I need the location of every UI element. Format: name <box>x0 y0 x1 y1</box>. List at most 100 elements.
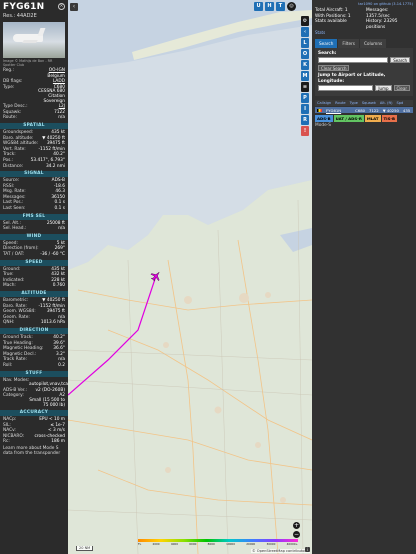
button-i[interactable]: I <box>301 104 309 114</box>
map-side-buttons: ⚙ ‹ L O K M ≡ P I R ! <box>301 16 309 136</box>
section-direction: DIRECTION <box>0 327 68 334</box>
clear-jump-button[interactable]: Clear <box>393 85 410 92</box>
map-attribution[interactable]: © OpenStreetMap contributors. <box>251 549 310 553</box>
stuff-row-label: Nav. Modes: <box>3 377 30 383</box>
stuff-row-label: Category: <box>3 393 24 399</box>
wind-row-value: -36 / -60 °C <box>40 252 65 258</box>
alt-scale-label: 6000 <box>189 542 197 546</box>
altitude-row-label: QNH: <box>3 320 15 326</box>
section-altitude: ALTITUDE <box>0 291 68 297</box>
jump-input[interactable] <box>318 85 374 92</box>
tar1090-app: FYG61N Res.: 44AD2E × Image © Mathijs de… <box>0 0 416 554</box>
attribution-toggle-icon[interactable]: i <box>305 547 310 552</box>
row-spd: 435 <box>402 107 411 113</box>
alt-scale-label: 30000 <box>266 542 276 546</box>
zoom-controls: + − <box>293 522 300 538</box>
speed-row: Mach: 0.760 <box>0 283 68 289</box>
col-type[interactable]: Type <box>348 100 360 106</box>
jump-button[interactable]: Jump <box>375 85 392 92</box>
alt-scale-label: 40000+ <box>286 542 298 546</box>
button-alert[interactable]: ! <box>301 126 309 136</box>
map-top-buttons: U H T ◎ <box>254 2 296 11</box>
direction-row: Roll: 0.2 <box>0 363 68 369</box>
col-callsign[interactable]: Callsign <box>315 100 333 106</box>
section-wind: WIND <box>0 233 68 240</box>
section-fms: FMS SEL <box>0 213 68 220</box>
search-button[interactable]: Search <box>390 57 410 64</box>
panel-tabs: Search Filters Columns <box>315 39 413 49</box>
alt-scale-label: 20000 <box>246 542 256 546</box>
button-k[interactable]: K <box>301 60 309 70</box>
altitude-row: QNH: 1013.6 hPa <box>0 320 68 326</box>
aircraft-header: FYG61N Res.: 44AD2E × <box>0 0 68 19</box>
badge-uat: UAT / ADS-R <box>333 115 364 123</box>
stats-available: Stats available <box>315 19 347 25</box>
row-type: C680 <box>355 107 366 113</box>
spatial-row-label: Distance: <box>3 163 24 169</box>
section-signal: SIGNAL <box>0 171 68 178</box>
button-t[interactable]: T <box>276 2 285 11</box>
aircraft-photo[interactable] <box>3 22 65 58</box>
fms-row-value: n/a <box>58 226 65 232</box>
section-stuff: STUFF <box>0 370 68 377</box>
badge-tisb: TIS-B <box>381 115 398 123</box>
button-r[interactable]: R <box>301 115 309 125</box>
badge-adsb: ADS-B <box>315 115 333 123</box>
tab-search[interactable]: Search <box>315 39 338 49</box>
alt-scale-label: 4000 <box>170 542 178 546</box>
clear-search-button[interactable]: Clear Search <box>318 65 350 72</box>
col-spd[interactable]: Spd <box>395 100 406 106</box>
aircraft-hex: Res.: 44AD2E <box>3 13 37 19</box>
tab-columns[interactable]: Columns <box>359 39 387 49</box>
button-h[interactable]: H <box>265 2 274 11</box>
spatial-row-value: 34.2 nmi <box>45 163 65 169</box>
scale-bar: 20 NM <box>76 546 94 551</box>
col-squawk[interactable]: Squawk <box>360 100 378 106</box>
history-positions: History: 23295 positions <box>365 19 398 30</box>
stats-block: Total Aircraft: 1 With Positions: 1 Stat… <box>312 6 416 30</box>
search-box: Search: Search Clear Search Jump to Airp… <box>315 48 413 97</box>
aircraft-table-panel: tar1090 on github (3.14.1775) Total Airc… <box>312 0 416 554</box>
route-row: Route: n/a <box>3 115 65 121</box>
button-l[interactable]: L <box>301 38 309 48</box>
row-callsign[interactable]: FYG61N <box>324 108 343 113</box>
search-input[interactable] <box>318 57 389 64</box>
modes-label: Mode-S <box>315 123 331 129</box>
layers-icon[interactable]: ◎ <box>287 2 296 11</box>
close-icon[interactable]: × <box>58 3 65 10</box>
source-legend: ADS-B UAT / ADS-R MLAT TIS-B <box>315 115 413 123</box>
altitude-color-scale: FL 2000 4000 6000 8000 10000 20000 30000 40000+ <box>138 539 298 546</box>
button-o[interactable]: O <box>301 49 309 59</box>
collapse-panel-icon[interactable]: ‹ <box>301 27 309 37</box>
signal-row-value: 0.1 s <box>54 206 65 212</box>
modes-footer-link[interactable]: Learn more about Mode S data from the tr… <box>0 446 68 456</box>
table-row[interactable]: FYG61N C680 7122 ▼ 40250 435 <box>315 107 413 114</box>
col-alt[interactable]: Alt. (ft) <box>378 100 395 106</box>
alt-scale-label: FL <box>138 542 142 546</box>
button-p[interactable]: P <box>301 93 309 103</box>
button-u[interactable]: U <box>254 2 263 11</box>
toggle-left-panel-icon[interactable]: ‹ <box>70 3 78 11</box>
signal-row: Last Seen: 0.1 s <box>0 206 68 212</box>
col-route[interactable]: Route <box>333 100 347 106</box>
map-canvas[interactable] <box>68 0 312 554</box>
jump-label: Jump to Airport or Latitude, Longitude: <box>318 73 386 85</box>
alt-scale-label: 2000 <box>152 542 160 546</box>
settings-gear-icon[interactable]: ⚙ <box>301 16 309 26</box>
wind-row: TAT / OAT: -36 / -60 °C <box>0 252 68 258</box>
photo-credit: Image © Mathijs de Bon - RR Spotter Club <box>3 59 53 67</box>
flag-icon <box>315 108 324 113</box>
spatial-row: Distance: 34.2 nmi <box>0 164 68 170</box>
typename-row: CESSNA 680 Citation Sovereign <box>38 89 65 104</box>
zoom-out-button[interactable]: − <box>293 531 300 538</box>
accuracy-row-label: Rc: <box>3 439 10 445</box>
stats-link[interactable]: Stats <box>312 30 416 35</box>
row-squawk: 7122 <box>369 107 379 113</box>
filter-icon[interactable]: ≡ <box>301 82 309 92</box>
stuff-row-value: Small (15 500 to 75 000 lb) <box>29 397 65 408</box>
zoom-in-button[interactable]: + <box>293 522 300 529</box>
button-m[interactable]: M <box>301 71 309 81</box>
tab-filters[interactable]: Filters <box>338 39 359 49</box>
map-view[interactable]: ‹ U H T ◎ ⚙ ‹ L O K M ≡ P I R ! + − FL 20… <box>68 0 312 554</box>
accuracy-row: Rc: 186 m <box>0 439 68 445</box>
